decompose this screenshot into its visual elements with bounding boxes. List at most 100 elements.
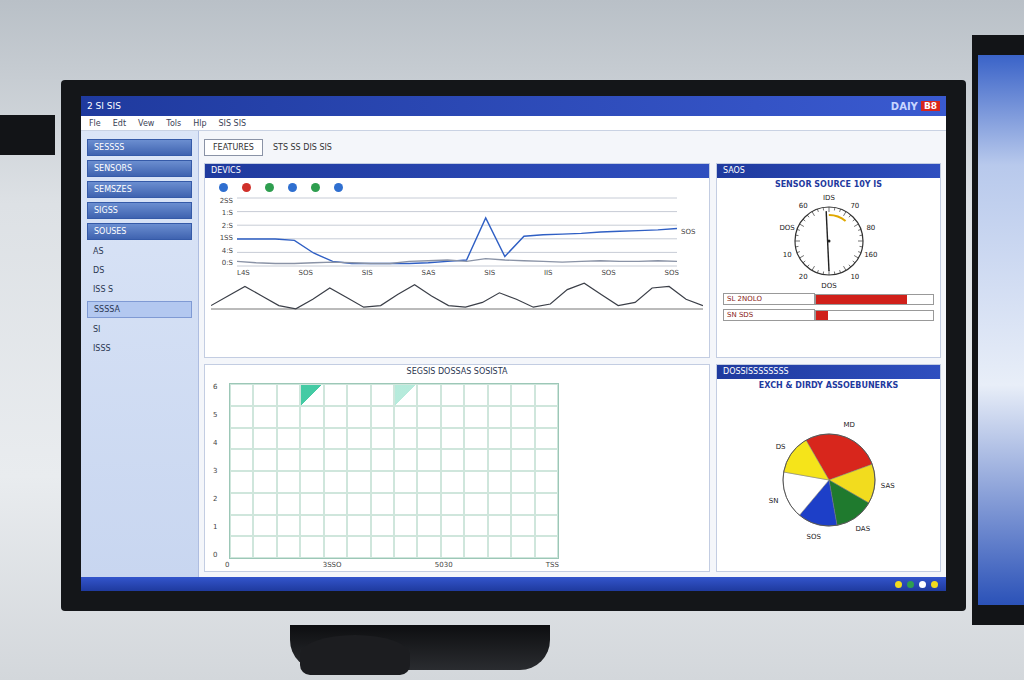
grid-cell xyxy=(277,536,300,558)
menu-item[interactable]: Vew xyxy=(138,119,154,128)
chart-box xyxy=(237,197,677,267)
menu-item[interactable]: Fle xyxy=(89,119,101,128)
gauge-tick xyxy=(822,208,824,211)
tray-icon[interactable] xyxy=(919,581,926,588)
y-tick: 0:S xyxy=(211,259,233,267)
x-tick: SOS xyxy=(299,269,313,277)
content: SESSSS SENSORS SEMSZES SIGSS SOUSES AS DS ISS S… xyxy=(81,131,946,577)
sidebar-item[interactable]: SESSSS xyxy=(87,139,192,156)
sidebar-item[interactable]: SEMSZES xyxy=(87,181,192,198)
toolbar: FEATURESSTS SS DIS SIS xyxy=(204,136,941,158)
grid-cell xyxy=(371,493,394,515)
grid-cell xyxy=(464,536,487,558)
title-bar: 2 SI SISDAIYB8 xyxy=(81,96,946,116)
menu-item[interactable]: Hlp xyxy=(193,119,206,128)
sidebar-item[interactable]: ISSS xyxy=(87,341,192,356)
mouse[interactable] xyxy=(300,635,410,675)
panel-header: SEGSIS DOSSAS SOSISTA xyxy=(205,365,709,379)
grid-cell xyxy=(371,384,394,406)
grid-cell xyxy=(441,515,464,537)
x-tick: 5030 xyxy=(435,561,453,569)
axis-line xyxy=(211,309,703,310)
sidebar-item[interactable]: SSSSA xyxy=(87,301,192,318)
grid-cell xyxy=(371,449,394,471)
grid-cell xyxy=(347,384,370,406)
menu-bar: Fle Edt Vew Tols Hlp SIS SIS xyxy=(81,116,946,131)
menu-item[interactable]: Edt xyxy=(113,119,126,128)
grid-line xyxy=(237,238,677,239)
slice-label: SOS xyxy=(806,533,821,541)
gauge-tick xyxy=(833,272,835,275)
sidebar-item[interactable]: SIGSS xyxy=(87,202,192,219)
bar-track xyxy=(815,310,934,321)
gauge-hub xyxy=(827,240,830,243)
grid-cell xyxy=(371,515,394,537)
grid-cell xyxy=(464,406,487,428)
y-tick: 2SS xyxy=(211,197,233,205)
sidebar-item[interactable]: SOUSES xyxy=(87,223,192,240)
desk-scene: 2 SI SISDAIYB8 Fle Edt Vew Tols Hlp SIS SIS SES… xyxy=(0,0,1024,680)
grid-cell xyxy=(417,471,440,493)
menu-item[interactable]: SIS SIS xyxy=(219,119,247,128)
grid-cell xyxy=(324,493,347,515)
sidebar-item[interactable]: AS xyxy=(87,244,192,259)
menu-item[interactable]: Tols xyxy=(166,119,181,128)
grid-cell xyxy=(230,536,253,558)
sidebar-item[interactable]: SI xyxy=(87,322,192,337)
grid-cell xyxy=(230,471,253,493)
gauge-tick xyxy=(843,266,846,270)
chart-line xyxy=(237,259,677,264)
grid-cell xyxy=(511,449,534,471)
grid-cell xyxy=(464,493,487,515)
gauge-label: 10 xyxy=(850,273,859,281)
gauge-tick xyxy=(859,235,862,237)
bar-fill xyxy=(816,311,828,320)
y-tick: 4 xyxy=(213,439,225,447)
badge-code: B8 xyxy=(921,101,940,111)
gauge-tick xyxy=(858,229,861,230)
gauge-label: DOS xyxy=(779,224,795,232)
grid-cell xyxy=(464,515,487,537)
x-tick: SOS xyxy=(601,269,615,277)
pie-box: MDSASDASSOSSNDS xyxy=(717,392,940,571)
grid-cell xyxy=(347,493,370,515)
bar-row: SN SDS xyxy=(717,307,940,323)
grid-cell xyxy=(230,406,253,428)
grid-cell xyxy=(300,449,323,471)
grid-cell xyxy=(488,449,511,471)
status-dot xyxy=(265,183,274,192)
sidebar-item[interactable]: SENSORS xyxy=(87,160,192,177)
sidebar-item[interactable]: ISS S xyxy=(87,282,192,297)
grid-cell xyxy=(417,536,440,558)
grid-cell xyxy=(511,406,534,428)
gauge-label: DOS xyxy=(821,282,837,290)
grid-cell xyxy=(371,406,394,428)
grid-cell xyxy=(230,515,253,537)
tray-icon[interactable] xyxy=(931,581,938,588)
grid-cell xyxy=(464,384,487,406)
line-chart xyxy=(237,197,677,267)
tray-icon[interactable] xyxy=(907,581,914,588)
grid-cell xyxy=(300,493,323,515)
y-tick: 2 xyxy=(213,495,225,503)
grid-cell xyxy=(394,471,417,493)
gauge-tick xyxy=(795,246,798,248)
grid-cell xyxy=(535,384,558,406)
gauge-label: 10 xyxy=(782,251,791,259)
status-dot xyxy=(242,183,251,192)
grid-cell xyxy=(535,406,558,428)
features-button[interactable]: FEATURES xyxy=(204,139,263,156)
grid-cell xyxy=(394,515,417,537)
slice-shape xyxy=(783,440,828,480)
grid-cell xyxy=(488,406,511,428)
grid-cell xyxy=(324,406,347,428)
grid-cell xyxy=(441,384,464,406)
tray-icon[interactable] xyxy=(895,581,902,588)
grid-cell xyxy=(253,406,276,428)
gauge-tick xyxy=(843,212,846,216)
grid-cell xyxy=(464,449,487,471)
sidebar-item[interactable]: DS xyxy=(87,263,192,278)
grid-cell xyxy=(324,515,347,537)
status-dot xyxy=(311,183,320,192)
status-dot xyxy=(334,183,343,192)
